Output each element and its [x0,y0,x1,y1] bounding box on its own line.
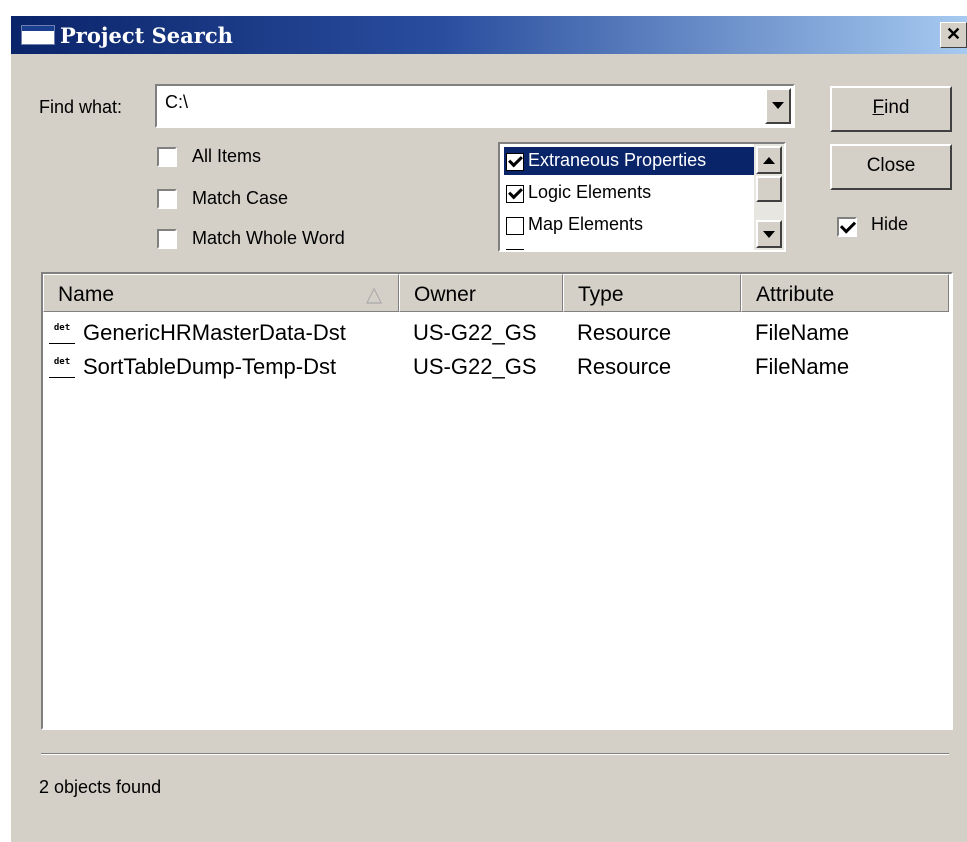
column-header-attribute[interactable]: Attribute [741,274,949,312]
category-item-logic-elements[interactable]: Logic Elements [504,179,758,207]
category-label: Extraneous Properties [528,150,707,170]
find-button-mnemonic: F [872,97,885,118]
chevron-up-icon [763,157,775,164]
table-row[interactable]: det GenericHRMasterData-Dst US-G22_GS Re… [47,316,947,348]
close-button[interactable]: Close [830,144,952,190]
row-type: Resource [577,320,672,345]
column-header-type[interactable]: Type [563,274,741,312]
match-case-checkbox[interactable] [157,189,177,209]
category-checkbox[interactable] [506,152,524,171]
row-attribute: FileName [755,320,850,345]
title-bar: Project Search ✕ [11,16,967,54]
dataset-file-icon: det [49,323,75,344]
category-item-extraneous-properties[interactable]: Extraneous Properties [504,147,758,175]
project-search-dialog: Project Search ✕ Find what: C:\ All Item… [10,16,967,842]
category-checkbox[interactable] [506,184,524,203]
category-checkbox[interactable] [506,249,524,250]
column-header-label: Attribute [756,283,835,306]
scroll-thumb[interactable] [756,176,782,202]
scroll-down-button[interactable] [756,220,782,248]
match-whole-word-label: Match Whole Word [192,228,345,248]
find-button[interactable]: Find [830,86,952,132]
row-owner: US-G22_GS [413,320,537,345]
column-header-label: Name [58,283,115,306]
row-type: Resource [577,354,672,379]
row-name: GenericHRMasterData-Dst [83,320,346,345]
column-header-label: Type [578,283,624,306]
find-what-combobox[interactable]: C:\ [155,84,795,128]
check-icon [508,152,523,168]
find-what-input[interactable]: C:\ [165,92,188,113]
window-icon [21,25,55,45]
category-label: Map Elements [528,214,644,234]
find-button-label: ind [884,97,910,118]
match-whole-word-checkbox[interactable] [157,229,177,249]
all-items-label: All Items [192,146,262,166]
row-owner: US-G22_GS [413,354,537,379]
find-what-dropdown-button[interactable] [765,88,791,124]
check-icon [839,217,857,234]
category-scrollbar[interactable] [754,144,784,250]
check-icon [508,184,523,200]
status-divider [41,753,949,755]
category-checkbox[interactable] [506,217,524,235]
hide-label: Hide [871,214,909,234]
close-window-button[interactable]: ✕ [940,22,967,48]
category-item-map-elements[interactable]: Map Elements [504,211,758,239]
table-row[interactable]: det SortTableDump-Temp-Dst US-G22_GS Res… [47,350,947,382]
row-name: SortTableDump-Temp-Dst [83,354,337,379]
window-title: Project Search [60,23,233,48]
match-case-label: Match Case [192,188,289,208]
sort-ascending-icon: △ [366,283,383,306]
chevron-down-icon [763,231,775,238]
hide-checkbox[interactable] [837,217,857,237]
category-item-partial[interactable] [504,243,758,250]
column-header-name[interactable]: Name △ [43,274,399,312]
category-label: Logic Elements [528,182,652,202]
row-attribute: FileName [755,354,850,379]
column-header-owner[interactable]: Owner [399,274,563,312]
status-text: 2 objects found [39,777,162,797]
close-button-label: Close [866,155,916,176]
all-items-checkbox[interactable] [157,147,177,167]
dataset-file-icon: det [49,357,75,378]
category-filter-list[interactable]: Extraneous Properties Logic Elements Map… [498,142,786,252]
scroll-up-button[interactable] [756,146,782,174]
chevron-down-icon [772,102,784,109]
column-header-label: Owner [414,283,476,306]
find-what-label: Find what: [39,97,123,117]
close-icon: ✕ [945,24,962,44]
results-list[interactable]: Name △ Owner Type Attribute det GenericH… [41,272,953,730]
